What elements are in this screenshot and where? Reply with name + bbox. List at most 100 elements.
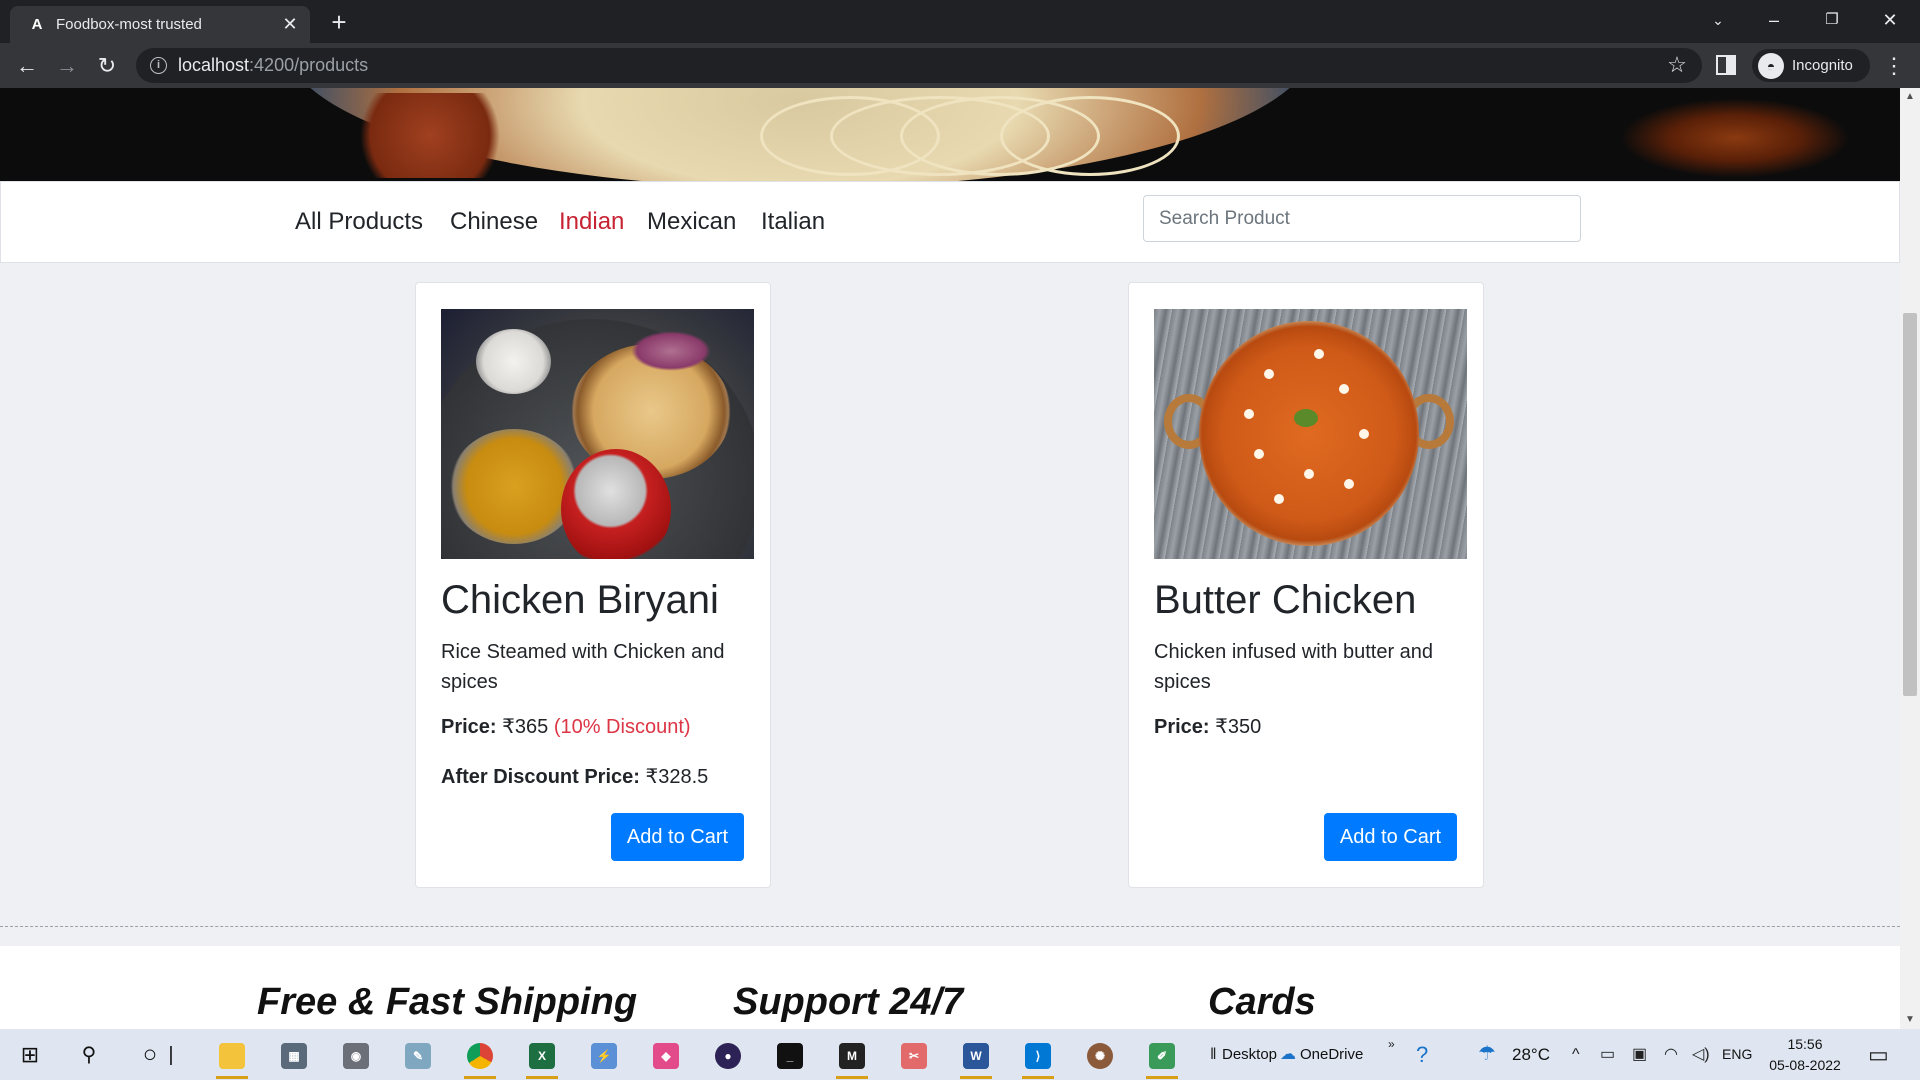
excel-icon[interactable]: X: [522, 1035, 562, 1079]
clock-date[interactable]: 05-08-2022: [1765, 1057, 1845, 1073]
product-price: Price: ₹365 (10% Discount): [441, 714, 691, 739]
soda-can: [561, 449, 671, 559]
forward-icon[interactable]: →: [52, 51, 82, 81]
eclipse-icon[interactable]: ●: [708, 1035, 748, 1075]
battery-icon[interactable]: ▭: [1600, 1029, 1615, 1080]
price-label: Price:: [1154, 716, 1210, 738]
feature-cards: Cards: [1208, 981, 1316, 1023]
close-tab-icon[interactable]: ✕: [280, 14, 300, 34]
back-icon[interactable]: ←: [12, 51, 42, 81]
feature-support: Support 24/7: [733, 981, 964, 1023]
clock-time[interactable]: 15:56: [1765, 1036, 1845, 1052]
incognito-badge[interactable]: ◓ Incognito: [1752, 49, 1870, 82]
taskbar-separator: |: [168, 1044, 174, 1066]
add-to-cart-button[interactable]: Add to Cart: [611, 813, 744, 861]
product-description: Chicken infused with butter and spices: [1154, 641, 1434, 693]
cream-dot: [1274, 494, 1284, 504]
product-title: Chicken Biryani: [441, 578, 719, 622]
raita-cup: [476, 329, 551, 394]
price-value: ₹350: [1215, 716, 1262, 738]
cream-dot: [1304, 469, 1314, 479]
weather-icon[interactable]: ☂: [1478, 1029, 1496, 1080]
calculator-icon[interactable]: ▦: [274, 1035, 314, 1075]
temperature[interactable]: 28°C: [1512, 1029, 1550, 1080]
onedrive-toolbar[interactable]: OneDrive: [1300, 1029, 1363, 1080]
after-discount-label: After Discount Price:: [441, 766, 640, 788]
cortana-icon[interactable]: ○: [130, 1035, 170, 1075]
vertical-scrollbar[interactable]: ▲ ▼: [1900, 88, 1920, 1029]
hero-background-food: [1620, 98, 1850, 178]
restore-icon[interactable]: ❐: [1804, 0, 1860, 40]
app-icon[interactable]: ✺: [1080, 1035, 1120, 1075]
category-mexican[interactable]: Mexican: [647, 182, 736, 262]
bookmark-star-icon[interactable]: ☆: [1664, 52, 1690, 78]
notifications-icon[interactable]: ▭: [1868, 1029, 1889, 1080]
curry-bowl: [1199, 321, 1419, 546]
file-explorer-icon[interactable]: [212, 1035, 252, 1079]
category-all-products[interactable]: All Products: [295, 182, 423, 262]
cream-dot: [1314, 349, 1324, 359]
side-panel-icon[interactable]: [1716, 55, 1736, 75]
notes-icon[interactable]: ✎: [398, 1035, 438, 1075]
after-discount-value: ₹328.5: [645, 766, 709, 788]
product-price: Price: ₹350: [1154, 714, 1261, 739]
tab-search-icon[interactable]: ⌄: [1690, 0, 1746, 40]
vscode-icon[interactable]: ⟩: [1018, 1035, 1058, 1079]
category-chinese[interactable]: Chinese: [450, 182, 538, 262]
scroll-down-icon[interactable]: ▼: [1905, 1015, 1915, 1025]
category-italian[interactable]: Italian: [761, 182, 825, 262]
hero-noodle: [1000, 96, 1180, 176]
browser-toolbar: ← → ↻ i localhost:4200/products ☆ ◓ Inco…: [0, 43, 1920, 88]
herb-garnish: [1294, 409, 1318, 427]
help-icon[interactable]: ?: [1416, 1029, 1428, 1080]
cream-dot: [1359, 429, 1369, 439]
language-indicator[interactable]: ENG: [1722, 1029, 1752, 1080]
price-value: ₹365: [502, 716, 549, 738]
cream-dot: [1344, 479, 1354, 489]
onion: [631, 331, 711, 371]
word-icon[interactable]: W: [956, 1035, 996, 1079]
page-viewport: All Products Chinese Indian Mexican Ital…: [0, 88, 1900, 1029]
new-tab-icon[interactable]: +: [325, 8, 353, 36]
section-divider: [0, 926, 1900, 927]
add-to-cart-button[interactable]: Add to Cart: [1324, 813, 1457, 861]
browser-menu-icon[interactable]: ⋮: [1882, 51, 1906, 81]
product-card-butter-chicken: Butter Chicken Chicken infused with butt…: [1128, 282, 1484, 888]
mysql-icon[interactable]: M: [832, 1035, 872, 1079]
onedrive-icon[interactable]: ☁: [1280, 1029, 1296, 1080]
windows-start-icon[interactable]: ⊞: [10, 1035, 50, 1075]
paint-icon[interactable]: ✐: [1142, 1035, 1182, 1079]
desktop-toolbar[interactable]: Desktop: [1222, 1029, 1277, 1080]
reload-icon[interactable]: ↻: [92, 51, 122, 81]
url-text[interactable]: localhost:4200/products: [178, 48, 368, 83]
browser-tab[interactable]: A Foodbox-most trusted ✕: [10, 6, 310, 43]
chevron-up-icon[interactable]: ^: [1572, 1029, 1580, 1080]
product-title: Butter Chicken: [1154, 578, 1417, 622]
tool-icon[interactable]: ⚡: [584, 1035, 624, 1075]
site-info-icon[interactable]: i: [150, 57, 167, 74]
product-image: [1154, 309, 1467, 559]
minimize-icon[interactable]: –: [1746, 0, 1802, 40]
snip-tool-icon[interactable]: ✂: [894, 1035, 934, 1075]
volume-icon[interactable]: ◁): [1692, 1029, 1710, 1080]
feature-shipping: Free & Fast Shipping: [257, 981, 638, 1023]
chevron-right-icon[interactable]: »: [1388, 1019, 1395, 1070]
windows-taskbar: ⊞ ⚲ ○ | ▦ ◉ ✎ X ⚡ ◆ ● _ M ✂ W ⟩ ✺ ✐ ‖ De…: [0, 1029, 1920, 1080]
scroll-up-icon[interactable]: ▲: [1905, 92, 1915, 102]
scrollbar-thumb[interactable]: [1903, 313, 1917, 696]
camera-icon[interactable]: ◉: [336, 1035, 376, 1075]
search-icon[interactable]: ⚲: [69, 1035, 109, 1075]
category-indian[interactable]: Indian: [559, 182, 624, 262]
app-icon[interactable]: ◆: [646, 1035, 686, 1075]
hero-food: [340, 93, 520, 178]
address-bar[interactable]: i localhost:4200/products ☆: [136, 48, 1702, 83]
wifi-icon[interactable]: ◠: [1664, 1029, 1678, 1080]
network-adapter-icon[interactable]: ▣: [1632, 1029, 1647, 1080]
browser-tab-bar: A Foodbox-most trusted ✕ + ⌄ – ❐ ✕: [0, 0, 1920, 43]
terminal-icon[interactable]: _: [770, 1035, 810, 1075]
category-nav: All Products Chinese Indian Mexican Ital…: [0, 181, 1900, 263]
search-input[interactable]: [1143, 195, 1581, 242]
chrome-icon[interactable]: [460, 1035, 500, 1079]
curry-bowl: [449, 429, 579, 544]
window-close-icon[interactable]: ✕: [1862, 0, 1918, 40]
